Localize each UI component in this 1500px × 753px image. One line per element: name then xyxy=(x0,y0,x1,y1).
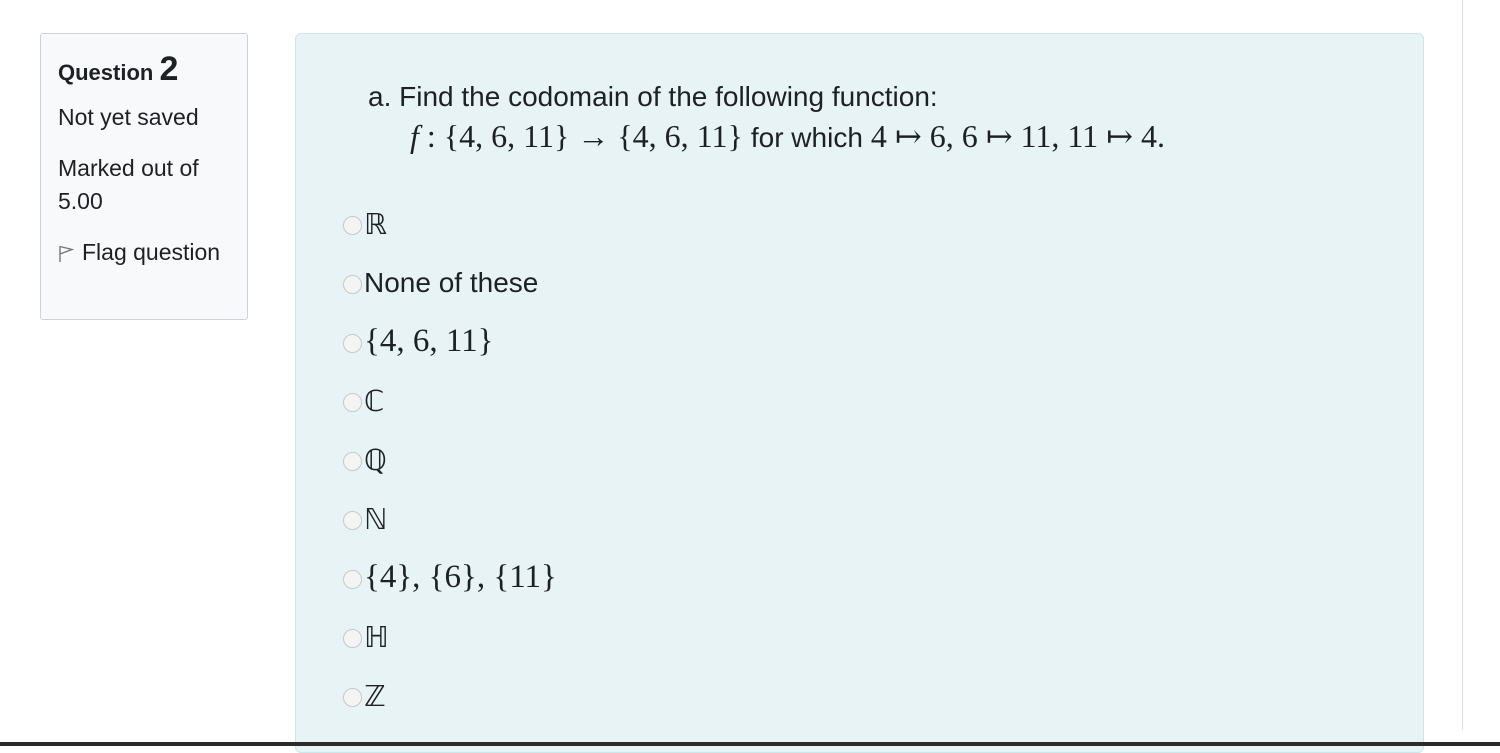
answer-label: {4, 6, 11} xyxy=(364,323,494,359)
function-rule: 4 ↦ 6, 6 ↦ 11, 11 ↦ 4. xyxy=(862,118,1165,154)
question-grade: Marked out of 5.00 xyxy=(58,155,199,214)
answer-option-rationals[interactable]: ℚ xyxy=(343,430,557,489)
answer-list: ℝ None of these {4, 6, 11} ℂ ℚ ℕ {4}, {6… xyxy=(343,194,557,725)
answer-label: None of these xyxy=(364,266,539,298)
answer-option-set[interactable]: {4, 6, 11} xyxy=(343,312,557,371)
answer-label: ℂ xyxy=(364,383,385,418)
question-prompt: Find the codomain of the following funct… xyxy=(399,81,938,112)
page-right-border xyxy=(1462,0,1463,730)
answer-label: ℝ xyxy=(364,206,387,241)
question-number: Question 2 xyxy=(58,50,179,88)
answer-label: {4}, {6}, {11} xyxy=(364,559,557,595)
radio-button[interactable] xyxy=(343,216,362,235)
answer-option-reals[interactable]: ℝ xyxy=(343,194,557,253)
answer-option-integers[interactable]: ℤ xyxy=(343,666,557,725)
answer-option-none[interactable]: None of these xyxy=(343,253,557,312)
radio-button[interactable] xyxy=(343,629,362,648)
for-which-text: for which xyxy=(750,122,863,153)
function-mapping: f : {4, 6, 11} → {4, 6, 11} xyxy=(410,118,751,154)
radio-button[interactable] xyxy=(343,688,362,707)
question-prefix: a. xyxy=(368,81,392,112)
answer-option-complex[interactable]: ℂ xyxy=(343,371,557,430)
answer-option-singletons[interactable]: {4}, {6}, {11} xyxy=(343,548,557,607)
answer-label: ℚ xyxy=(364,442,387,477)
flag-question-link[interactable]: Flag question xyxy=(58,236,231,269)
radio-button[interactable] xyxy=(343,511,362,530)
bottom-border xyxy=(0,742,1500,746)
radio-button[interactable] xyxy=(343,393,362,412)
answer-option-quaternions[interactable]: ℍ xyxy=(343,607,557,666)
answer-label: ℕ xyxy=(364,501,388,536)
question-info-panel: Question 2 Not yet saved Marked out of 5… xyxy=(40,33,248,320)
question-content: a. Find the codomain of the following fu… xyxy=(295,33,1424,753)
radio-button[interactable] xyxy=(343,275,362,294)
radio-button[interactable] xyxy=(343,334,362,353)
question-text: a. Find the codomain of the following fu… xyxy=(368,79,1165,156)
flag-icon xyxy=(59,245,75,262)
answer-label: ℤ xyxy=(364,678,386,713)
answer-label: ℍ xyxy=(364,619,389,654)
radio-button[interactable] xyxy=(343,570,362,589)
radio-button[interactable] xyxy=(343,452,362,471)
answer-option-naturals[interactable]: ℕ xyxy=(343,489,557,548)
question-state: Not yet saved xyxy=(58,104,199,130)
